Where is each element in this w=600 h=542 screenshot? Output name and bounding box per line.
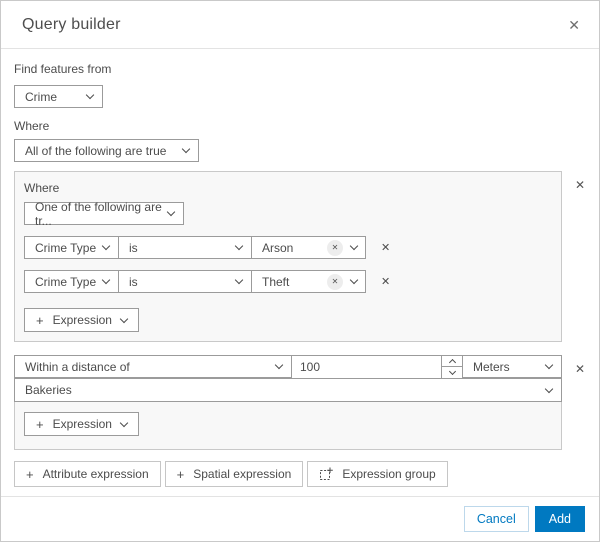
- operator-select[interactable]: is: [118, 236, 252, 259]
- add-attribute-expression-button[interactable]: + Attribute expression: [14, 461, 161, 487]
- chevron-down-icon: [101, 275, 111, 285]
- remove-group-button[interactable]: ✕: [571, 359, 589, 379]
- dialog-close-button[interactable]: ✕: [564, 14, 584, 36]
- dialog-footer: Cancel Add: [1, 496, 599, 541]
- dialog-body: Find features from Crime Where All of th…: [1, 49, 599, 496]
- value-combobox-value: Arson: [262, 240, 294, 255]
- expression-group-2-row: Within a distance of 100 Meters Bakeries…: [14, 355, 587, 450]
- chevron-down-icon: [119, 314, 129, 323]
- unit-select[interactable]: Meters: [462, 355, 562, 378]
- expression-group-2: Within a distance of 100 Meters Bakeries…: [14, 355, 562, 450]
- add-expression-button[interactable]: + Expression: [24, 412, 139, 436]
- field-select[interactable]: Crime Type: [24, 236, 119, 259]
- chevron-down-icon: [234, 241, 244, 251]
- chevron-down-icon: [101, 241, 111, 251]
- field-select-value: Crime Type: [35, 274, 97, 289]
- plus-icon: +: [36, 312, 44, 328]
- target-layer-select-value: Bakeries: [25, 383, 72, 397]
- layer-select[interactable]: Crime: [14, 85, 103, 108]
- add-button[interactable]: Add: [534, 506, 585, 532]
- match-mode-select[interactable]: All of the following are true: [14, 139, 199, 162]
- remove-group-button[interactable]: ✕: [571, 175, 589, 195]
- chevron-down-icon: [119, 418, 129, 427]
- expression-group-1-row: Where One of the following are tr... Cri…: [14, 171, 587, 342]
- chevron-down-icon: [85, 90, 95, 100]
- expression-group-label: Expression group: [342, 467, 436, 481]
- chevron-down-icon: [544, 384, 554, 393]
- expression-group-icon: [319, 467, 334, 481]
- value-combobox-value: Theft: [262, 274, 290, 289]
- chevron-down-icon: [349, 275, 359, 285]
- clear-value-icon: ✕: [331, 276, 339, 286]
- dialog-header: Query builder ✕: [1, 1, 599, 49]
- chevron-down-icon: [274, 360, 284, 370]
- group-match-mode-select[interactable]: One of the following are tr...: [24, 199, 184, 228]
- operator-select-value: is: [129, 274, 138, 289]
- chevron-down-icon: [544, 360, 554, 370]
- dialog-title: Query builder: [22, 15, 121, 33]
- chevron-down-icon: [349, 241, 359, 251]
- value-combobox[interactable]: Arson ✕: [251, 236, 366, 259]
- unit-select-value: Meters: [473, 359, 510, 374]
- clear-value-button[interactable]: ✕: [327, 239, 343, 256]
- remove-expression-icon: ✕: [381, 242, 391, 254]
- add-expression-label: Expression: [52, 313, 112, 327]
- target-layer-select[interactable]: Bakeries: [14, 378, 562, 402]
- remove-group-icon: ✕: [575, 178, 586, 192]
- remove-expression-icon: ✕: [381, 276, 391, 288]
- layer-select-value: Crime: [25, 89, 57, 104]
- distance-input-wrap: [291, 355, 463, 379]
- add-expression-label: Expression: [52, 417, 112, 431]
- chevron-down-icon: [181, 144, 191, 154]
- remove-group-icon: ✕: [575, 362, 586, 376]
- remove-expression-button[interactable]: ✕: [379, 239, 392, 256]
- chevron-down-icon: [234, 275, 244, 285]
- where-label: Where: [14, 119, 50, 133]
- group-match-mode-select-value: One of the following are tr...: [35, 199, 162, 228]
- spatial-relation-select[interactable]: Within a distance of: [14, 355, 292, 378]
- cancel-button[interactable]: Cancel: [463, 506, 529, 532]
- add-expression-button[interactable]: + Expression: [24, 308, 139, 332]
- distance-stepper: [441, 356, 462, 378]
- operator-select-value: is: [129, 240, 138, 255]
- spatial-expression-label: Spatial expression: [193, 467, 292, 481]
- close-icon: ✕: [568, 16, 580, 33]
- operator-select[interactable]: is: [118, 270, 252, 293]
- plus-icon: +: [36, 416, 44, 432]
- plus-icon: +: [26, 466, 34, 482]
- value-combobox[interactable]: Theft ✕: [251, 270, 366, 293]
- builder-actions: + Attribute expression + Spatial express…: [14, 461, 587, 487]
- expression-row: Crime Type is Arson ✕ ✕: [24, 236, 552, 259]
- distance-input[interactable]: [292, 356, 440, 378]
- clear-value-icon: ✕: [331, 242, 339, 252]
- attribute-expression-label: Attribute expression: [42, 467, 149, 481]
- add-expression-group-button[interactable]: Expression group: [307, 461, 448, 487]
- find-features-label: Find features from: [14, 62, 112, 76]
- expression-row: Crime Type is Theft ✕ ✕: [24, 270, 552, 293]
- expression-group-1: Where One of the following are tr... Cri…: [14, 171, 562, 342]
- spatial-relation-select-value: Within a distance of: [25, 359, 130, 374]
- stepper-down-button[interactable]: [442, 367, 462, 378]
- match-mode-select-value: All of the following are true: [25, 143, 167, 158]
- stepper-up-button[interactable]: [442, 356, 462, 367]
- chevron-down-icon: [166, 207, 176, 217]
- query-builder-dialog: Query builder ✕ Find features from Crime…: [0, 0, 600, 542]
- field-select[interactable]: Crime Type: [24, 270, 119, 293]
- chevron-up-icon: [448, 358, 456, 367]
- add-spatial-expression-button[interactable]: + Spatial expression: [164, 461, 304, 487]
- field-select-value: Crime Type: [35, 240, 97, 255]
- plus-icon: +: [176, 466, 185, 482]
- chevron-down-icon: [448, 367, 456, 375]
- group-where-label: Where: [24, 181, 60, 195]
- spatial-expression-row: Within a distance of 100 Meters: [14, 355, 562, 379]
- clear-value-button[interactable]: ✕: [327, 273, 343, 290]
- remove-expression-button[interactable]: ✕: [379, 273, 392, 290]
